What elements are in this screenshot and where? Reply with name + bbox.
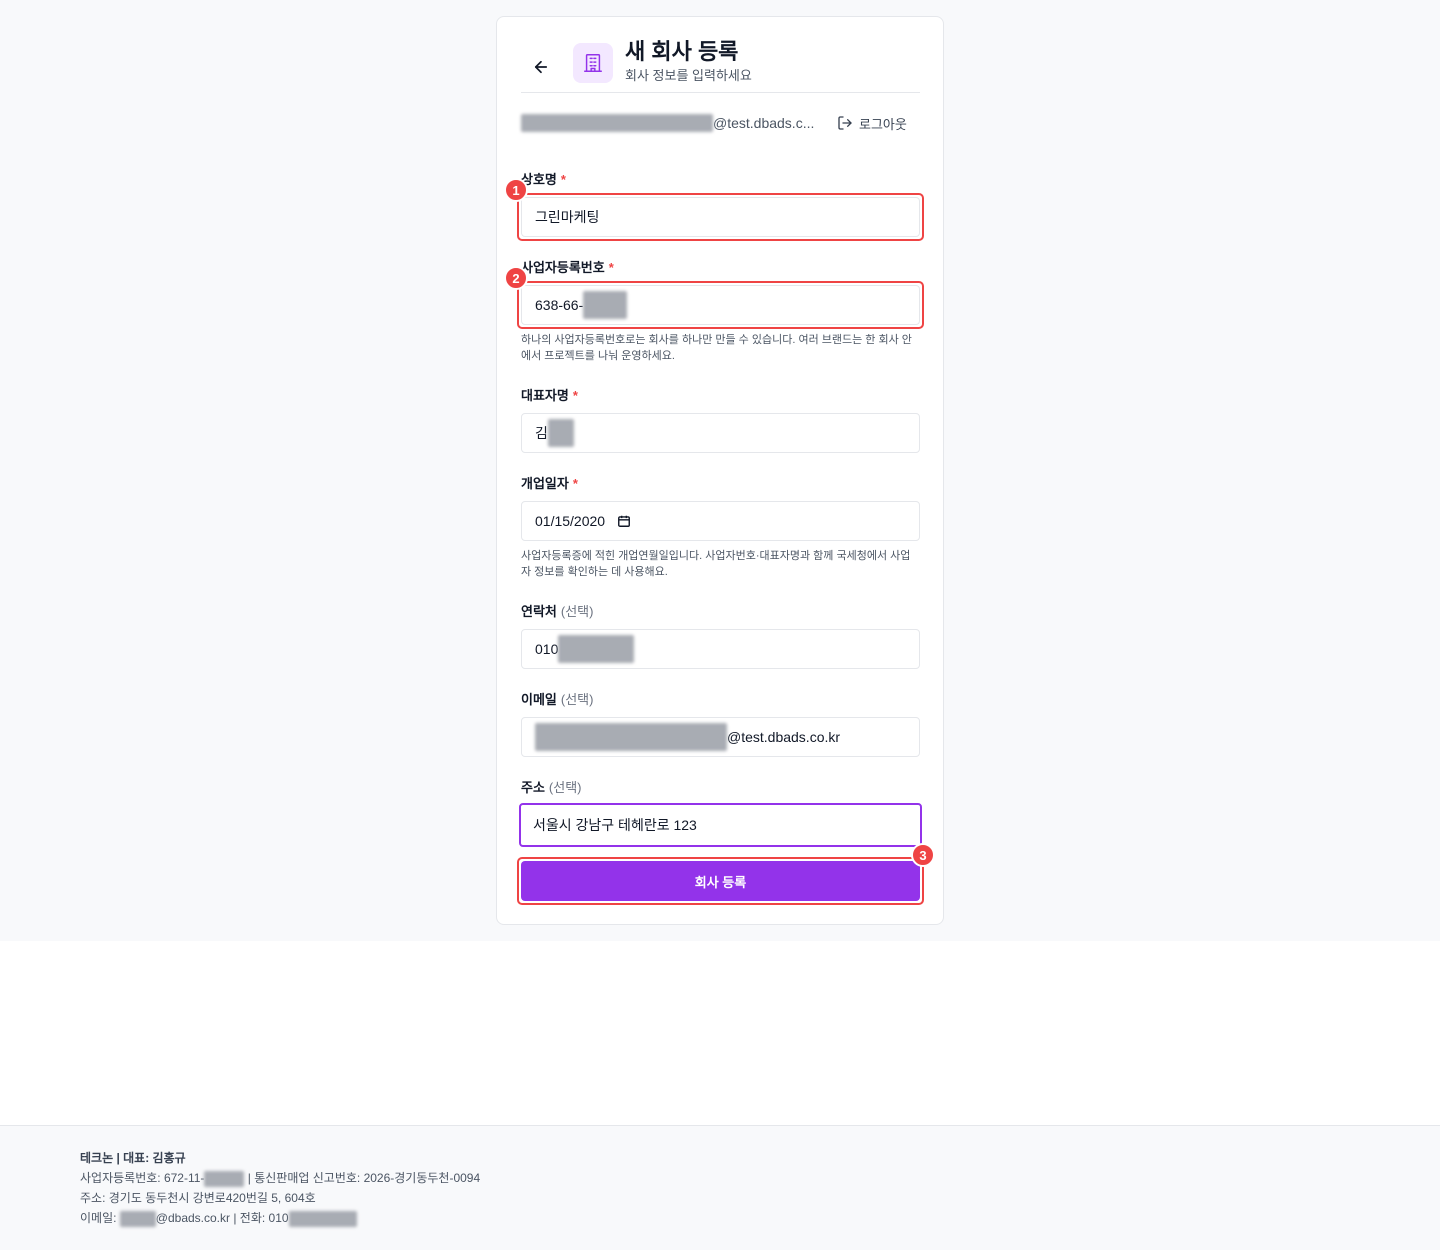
required-mark: * — [560, 172, 566, 187]
biz-number-input[interactable]: 638-66- — [521, 285, 920, 325]
redacted-biz-number — [583, 291, 628, 319]
company-name-input[interactable]: 그린마케팅 — [521, 197, 920, 237]
email-value: @test.dbads.co.kr — [727, 729, 841, 745]
biz-number-label-text: 사업자등록번호 — [521, 260, 605, 275]
company-name-value: 그린마케팅 — [535, 209, 600, 225]
redacted-footer-biz — [204, 1170, 245, 1187]
optional-mark: (선택) — [548, 780, 582, 795]
redacted-email — [535, 723, 727, 751]
email-label: 이메일 (선택) — [521, 689, 593, 708]
biz-number-label: 사업자등록번호 * — [521, 257, 614, 276]
phone-label-text: 연락처 — [521, 604, 557, 619]
register-company-button[interactable]: 회사 등록 — [521, 861, 920, 901]
footer-company: 테크논 | 대표: 김홍규 — [80, 1151, 186, 1165]
redacted-phone — [558, 635, 635, 663]
email-input[interactable]: @test.dbads.co.kr — [521, 717, 920, 757]
footer-biz-prefix: 사업자등록번호: 672-11- — [80, 1171, 205, 1185]
redacted-email-local — [521, 114, 713, 132]
footer-biz-suffix: | 통신판매업 신고번호: 2026-경기동두천-0094 — [244, 1171, 481, 1185]
address-label: 주소 (선택) — [521, 777, 582, 796]
page-title: 새 회사 등록 — [625, 39, 739, 64]
ceo-name-value: 김 — [535, 425, 548, 441]
open-date-hint: 사업자등록증에 적힌 개업연월일입니다. 사업자번호·대표자명과 함께 국세청에… — [521, 550, 911, 578]
arrow-left-icon — [534, 60, 548, 74]
biz-number-hint: 하나의 사업자등록번호로는 회사를 하나만 만들 수 있습니다. 여러 브랜드는… — [521, 334, 912, 362]
redacted-footer-phone — [288, 1210, 357, 1227]
page-subtitle: 회사 정보를 입력하세요 — [625, 68, 752, 83]
biz-number-value: 638-66- — [535, 297, 584, 313]
calendar-icon[interactable] — [617, 514, 631, 528]
open-date-value: 01/15/2020 — [535, 513, 606, 529]
address-value: 서울시 강남구 테헤란로 123 — [533, 817, 697, 833]
optional-mark: (선택) — [560, 692, 594, 707]
back-button[interactable] — [529, 55, 553, 79]
redacted-footer-email — [119, 1210, 156, 1227]
logout-icon — [838, 116, 852, 130]
footer-contact: 이메일: @dbads.co.kr | 전화: 010 — [80, 1210, 357, 1227]
company-logo — [573, 43, 613, 83]
footer-biz-info: 사업자등록번호: 672-11- | 통신판매업 신고번호: 2026-경기동두… — [80, 1170, 480, 1187]
register-company-card: 새 회사 등록 회사 정보를 입력하세요 @test.dbads.c... 로그… — [496, 16, 944, 925]
card-header: 새 회사 등록 회사 정보를 입력하세요 — [521, 37, 920, 93]
user-email-domain: @test.dbads.c... — [713, 115, 815, 131]
ceo-name-label: 대표자명 * — [521, 385, 578, 404]
user-bar: @test.dbads.c... 로그아웃 — [521, 111, 920, 135]
company-name-label: 상호명 * — [521, 169, 566, 188]
required-mark: * — [572, 388, 578, 403]
logout-button[interactable]: 로그아웃 — [837, 111, 907, 135]
site-footer: 테크논 | 대표: 김홍규 사업자등록번호: 672-11- | 통신판매업 신… — [0, 1125, 1440, 1250]
footer-email-suffix: @dbads.co.kr | 전화: 010 — [155, 1211, 289, 1225]
email-label-text: 이메일 — [521, 692, 557, 707]
phone-label: 연락처 (선택) — [521, 601, 593, 620]
ceo-name-input[interactable]: 김 — [521, 413, 920, 453]
footer-email-prefix: 이메일: — [80, 1211, 120, 1225]
annotation-badge-1: 1 — [504, 178, 528, 202]
open-date-label-text: 개업일자 — [521, 476, 569, 491]
address-input[interactable]: 서울시 강남구 테헤란로 123 — [519, 803, 922, 847]
footer-address: 주소: 경기도 동두천시 강변로420번길 5, 604호 — [80, 1191, 316, 1205]
annotation-badge-3: 3 — [911, 843, 935, 867]
phone-input[interactable]: 010 — [521, 629, 920, 669]
address-label-text: 주소 — [521, 780, 545, 795]
required-mark: * — [608, 260, 614, 275]
open-date-label: 개업일자 * — [521, 473, 578, 492]
building-icon — [584, 54, 602, 72]
user-email: @test.dbads.c... — [521, 111, 814, 135]
annotation-badge-2: 2 — [504, 266, 528, 290]
ceo-name-label-text: 대표자명 — [521, 388, 569, 403]
open-date-input[interactable]: 01/15/2020 — [521, 501, 920, 541]
required-mark: * — [572, 476, 578, 491]
optional-mark: (선택) — [560, 604, 594, 619]
phone-value: 010 — [535, 641, 559, 657]
logout-label: 로그아웃 — [859, 116, 907, 132]
redacted-ceo-name — [547, 419, 574, 447]
